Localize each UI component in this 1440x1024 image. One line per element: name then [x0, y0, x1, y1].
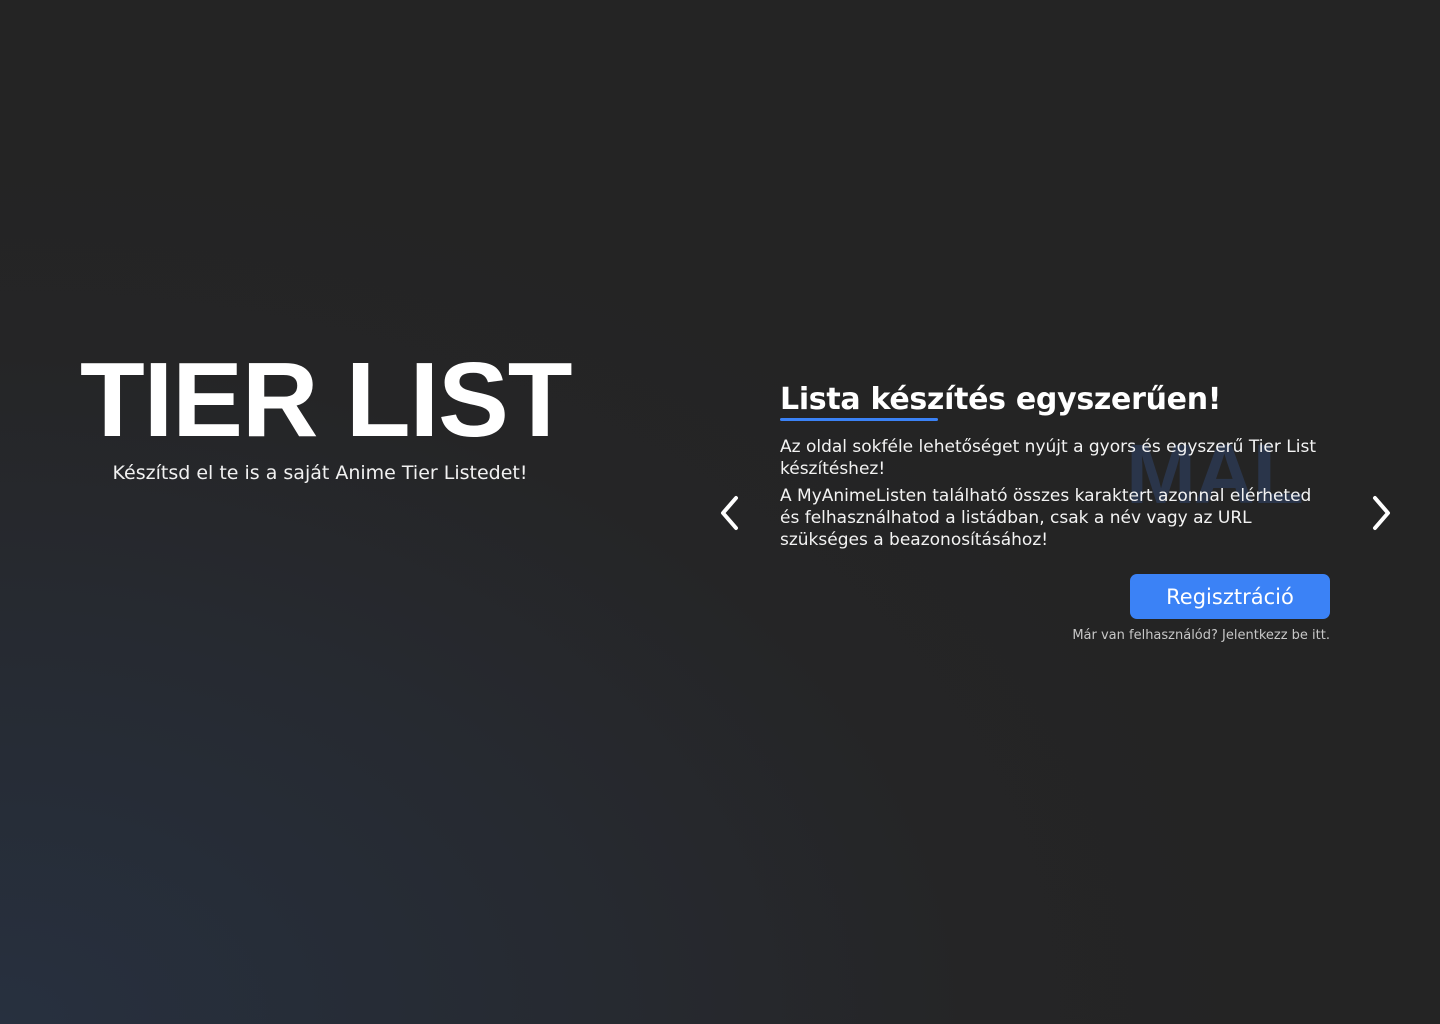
hero-title: TIER LIST: [80, 341, 573, 459]
slide-description: Az oldal sokféle lehetőséget nyújt a gyo…: [780, 436, 1330, 551]
slide-title: Lista készítés egyszerűen!: [780, 382, 1222, 417]
title-underline: [780, 418, 938, 421]
carousel-prev-button[interactable]: [708, 491, 752, 535]
register-button[interactable]: Regisztráció: [1130, 574, 1330, 619]
hero-section: TIER LIST Készítsd el te is a saját Anim…: [80, 341, 573, 484]
chevron-right-icon: [1373, 496, 1390, 530]
chevron-left-icon: [721, 496, 738, 530]
carousel-next-button[interactable]: [1359, 491, 1403, 535]
hero-subtitle: Készítsd el te is a saját Anime Tier Lis…: [112, 462, 528, 484]
carousel-slide: MAL Lista készítés egyszerűen! Az oldal …: [780, 380, 1330, 650]
login-link[interactable]: Már van felhasználód? Jelentkezz be itt.: [1072, 628, 1330, 643]
slide-paragraph-1: Az oldal sokféle lehetőséget nyújt a gyo…: [780, 437, 1316, 479]
slide-paragraph-2: A MyAnimeListen található összes karakte…: [780, 486, 1312, 550]
